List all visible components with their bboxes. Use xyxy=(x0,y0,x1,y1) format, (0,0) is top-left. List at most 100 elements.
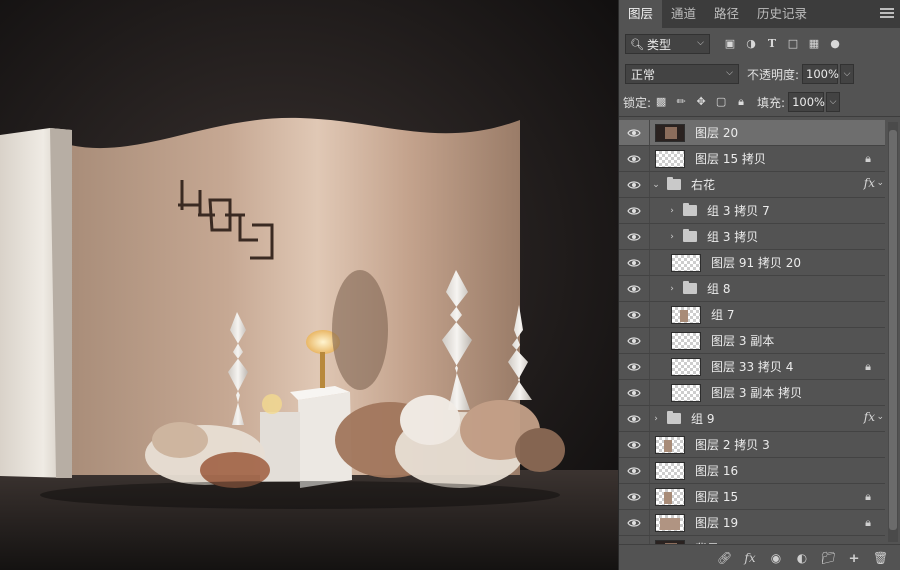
eye-icon[interactable] xyxy=(619,414,649,424)
lock-transparency-icon[interactable]: ▩ xyxy=(655,96,667,108)
mask-icon[interactable]: ◉ xyxy=(769,551,783,565)
lock-all-icon[interactable]: 🔒︎ xyxy=(735,96,747,108)
layer-group-row[interactable]: › 组 3 拷贝 xyxy=(619,224,885,250)
image-filter-icon[interactable]: ▣ xyxy=(724,38,736,50)
chevron-down-icon[interactable]: ⌄ xyxy=(876,412,884,422)
layer-name[interactable]: 组 8 xyxy=(707,280,730,297)
eye-icon[interactable] xyxy=(619,258,649,268)
blend-row: 正常 ⌵ 不透明度: 100% ⌵ xyxy=(619,60,900,88)
search-icon: 🔍︎ xyxy=(630,37,644,51)
layer-row[interactable]: 图层 15 拷贝 🔒︎ xyxy=(619,146,885,172)
eye-icon[interactable] xyxy=(619,284,649,294)
layer-group-row[interactable]: ⌄ 右花 fx ⌄ xyxy=(619,172,885,198)
fx-icon[interactable]: fx xyxy=(864,410,875,424)
opacity-input[interactable]: 100% xyxy=(802,64,839,84)
tab-channels[interactable]: 通道 xyxy=(662,0,705,28)
adjustment-icon[interactable]: ◐ xyxy=(795,551,809,565)
layer-group-row[interactable]: › 组 9 fx ⌄ xyxy=(619,406,885,432)
menu-icon[interactable] xyxy=(880,6,894,20)
layer-row[interactable]: 图层 33 拷贝 4 🔒︎ xyxy=(619,354,885,380)
lock-artboard-icon[interactable]: ▢ xyxy=(715,96,727,108)
eye-icon[interactable] xyxy=(619,388,649,398)
layer-thumbnail xyxy=(671,357,701,376)
layers-scrollbar[interactable] xyxy=(888,122,898,542)
layers-panel: 图层 通道 路径 历史记录 🔍︎ 类型 ⌵ ▣ ◑ T □ ▦ ● 正常 ⌵ 不… xyxy=(618,0,900,570)
scrollbar-thumb[interactable] xyxy=(889,130,897,530)
layer-group-row[interactable]: › 组 8 xyxy=(619,276,885,302)
lock-image-icon[interactable]: ✏︎ xyxy=(675,96,687,108)
eye-icon[interactable] xyxy=(619,128,649,138)
folder-icon[interactable]: 📁︎ xyxy=(821,551,836,565)
layer-name[interactable]: 组 3 拷贝 7 xyxy=(707,202,770,219)
adjustment-filter-icon[interactable]: ◑ xyxy=(745,38,757,50)
opacity-dropdown-button[interactable]: ⌵ xyxy=(840,64,855,84)
layer-row[interactable]: 图层 3 副本 xyxy=(619,328,885,354)
row-divider xyxy=(649,354,650,379)
tab-layers[interactable]: 图层 xyxy=(619,0,663,28)
eye-icon[interactable] xyxy=(619,180,649,190)
shape-filter-icon[interactable]: □ xyxy=(787,38,799,50)
fx-icon[interactable]: fx xyxy=(864,176,875,190)
lock-position-icon[interactable]: ✥ xyxy=(695,96,707,108)
eye-icon[interactable] xyxy=(619,492,649,502)
eye-icon[interactable] xyxy=(619,206,649,216)
chevron-right-icon[interactable]: › xyxy=(651,414,661,424)
layer-filter-select[interactable]: 🔍︎ 类型 ⌵ xyxy=(625,34,710,54)
layer-name[interactable]: 图层 33 拷贝 4 xyxy=(711,358,793,375)
eye-icon[interactable] xyxy=(619,232,649,242)
row-divider xyxy=(649,198,650,223)
layer-name[interactable]: 图层 3 副本 拷贝 xyxy=(711,384,802,401)
smart-object-filter-icon[interactable]: ▦ xyxy=(808,38,820,50)
fill-input[interactable]: 100% xyxy=(788,92,825,112)
layer-name[interactable]: 图层 15 xyxy=(695,488,738,505)
folder-icon xyxy=(683,229,697,242)
link-icon[interactable]: 🔗︎ xyxy=(717,551,732,565)
layer-row[interactable]: 图层 15 🔒︎ xyxy=(619,484,885,510)
eye-icon[interactable] xyxy=(619,154,649,164)
layer-name[interactable]: 图层 16 xyxy=(695,462,738,479)
fx-icon[interactable]: fx xyxy=(743,551,757,565)
layer-row[interactable]: 图层 3 副本 拷贝 xyxy=(619,380,885,406)
eye-icon[interactable] xyxy=(619,466,649,476)
row-divider xyxy=(649,120,650,145)
trash-icon[interactable]: 🗑︎ xyxy=(873,551,888,565)
chevron-down-icon[interactable]: ⌄ xyxy=(876,178,884,188)
tab-paths[interactable]: 路径 xyxy=(705,0,748,28)
layer-thumbnail xyxy=(655,513,685,532)
layer-name[interactable]: 图层 91 拷贝 20 xyxy=(711,254,801,271)
layer-row[interactable]: 图层 2 拷贝 3 xyxy=(619,432,885,458)
layer-name[interactable]: 图层 15 拷贝 xyxy=(695,150,766,167)
layer-group-row[interactable]: › 组 3 拷贝 7 xyxy=(619,198,885,224)
eye-icon[interactable] xyxy=(619,362,649,372)
chevron-right-icon[interactable]: › xyxy=(667,284,677,294)
layer-name[interactable]: 图层 20 xyxy=(695,124,738,141)
layer-name[interactable]: 图层 19 xyxy=(695,514,738,531)
eye-icon[interactable] xyxy=(619,336,649,346)
layer-row[interactable]: 图层 16 xyxy=(619,458,885,484)
blend-mode-select[interactable]: 正常 ⌵ xyxy=(625,64,739,84)
filter-toggle-icon[interactable]: ● xyxy=(829,38,841,50)
layer-name[interactable]: 组 7 xyxy=(711,306,734,323)
layer-row[interactable]: 图层 19 🔒︎ xyxy=(619,510,885,536)
layer-name[interactable]: 右花 xyxy=(691,176,715,193)
fill-dropdown-button[interactable]: ⌵ xyxy=(826,92,841,112)
row-divider xyxy=(649,510,650,535)
eye-icon[interactable] xyxy=(619,518,649,528)
layer-row[interactable]: 图层 91 拷贝 20 xyxy=(619,250,885,276)
new-layer-icon[interactable]: ➕︎ xyxy=(847,551,861,565)
chevron-right-icon[interactable]: › xyxy=(667,206,677,216)
layer-name[interactable]: 图层 3 副本 xyxy=(711,332,774,349)
chevron-right-icon[interactable]: › xyxy=(667,232,677,242)
chevron-down-icon[interactable]: ⌄ xyxy=(651,180,661,190)
document-canvas[interactable] xyxy=(0,0,618,570)
text-filter-icon[interactable]: T xyxy=(766,38,778,50)
eye-icon[interactable] xyxy=(619,310,649,320)
layer-name[interactable]: 图层 2 拷贝 3 xyxy=(695,436,770,453)
layer-name[interactable]: 组 9 xyxy=(691,410,714,427)
layer-row[interactable]: 组 7 xyxy=(619,302,885,328)
tab-history[interactable]: 历史记录 xyxy=(748,0,816,28)
layer-thumbnail xyxy=(655,123,685,142)
eye-icon[interactable] xyxy=(619,440,649,450)
layer-name[interactable]: 组 3 拷贝 xyxy=(707,228,758,245)
layer-row[interactable]: 图层 20 xyxy=(619,120,885,146)
